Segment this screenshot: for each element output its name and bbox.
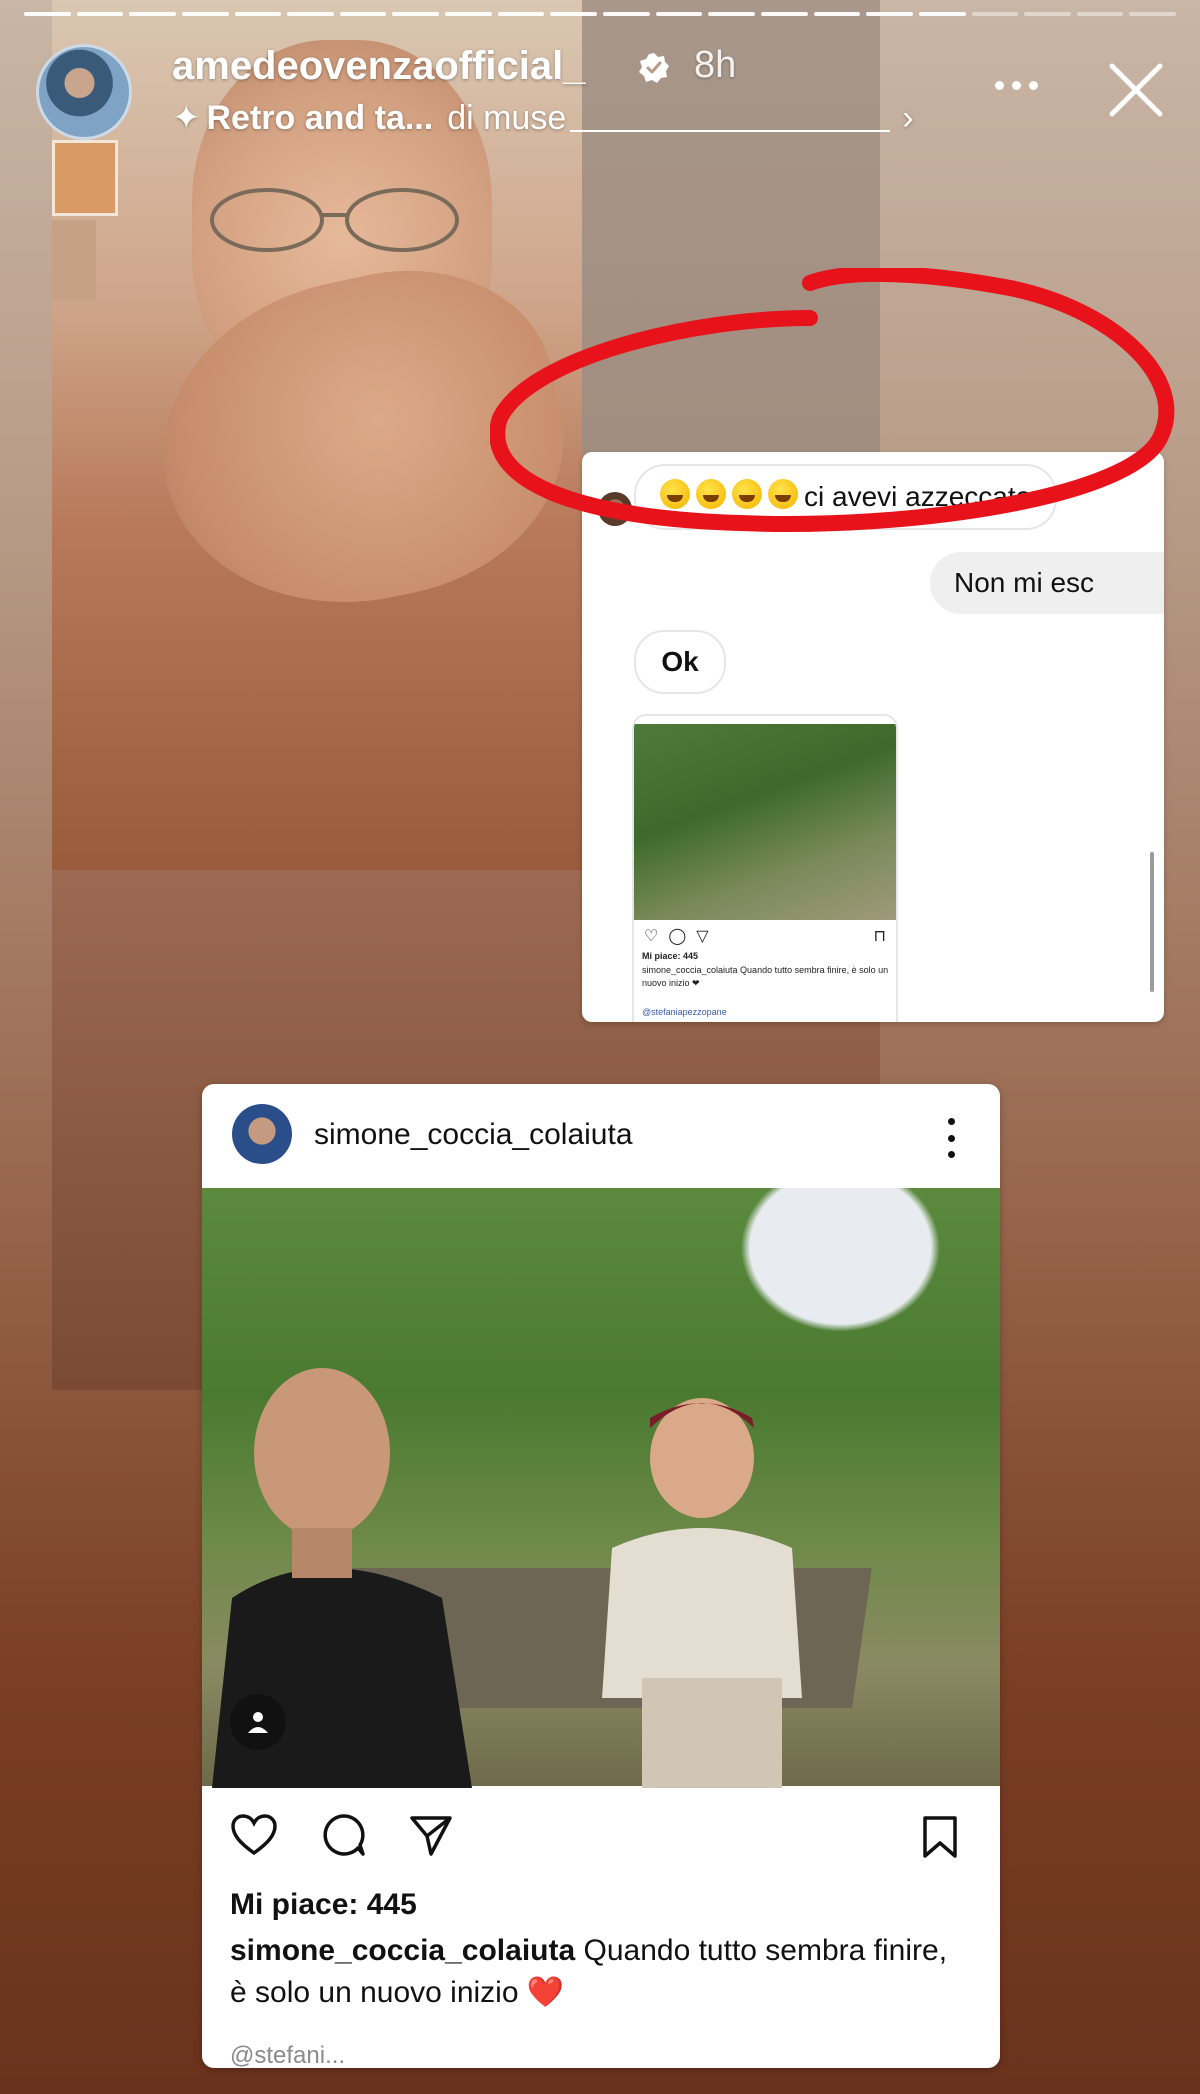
mini-post-tag: @stefaniapezzopane	[642, 1007, 727, 1017]
bookmark-icon[interactable]	[920, 1814, 960, 1860]
like-heart-icon[interactable]	[230, 1813, 278, 1857]
shared-post-thumbnail: ♡ ◯ ▽ ⊓ Mi piace: 445 simone_coccia_cola…	[632, 714, 898, 1022]
post-author-avatar[interactable]	[232, 1104, 292, 1164]
music-divider-line	[570, 104, 891, 132]
progress-segment	[971, 12, 1019, 16]
shared-post-card[interactable]: simone_coccia_colaiuta Mi piace: 445 sim…	[202, 1084, 1000, 2068]
mini-post-caption: simone_coccia_colaiuta Quando tutto semb…	[642, 965, 889, 988]
post-photo[interactable]	[202, 1188, 1000, 1788]
comment-icon: ◯	[668, 928, 687, 945]
share-icon: ▽	[696, 928, 709, 945]
mini-post-actions: ♡ ◯ ▽	[644, 926, 709, 946]
progress-segment	[1076, 12, 1124, 16]
user-icon	[248, 1712, 268, 1733]
more-options-button[interactable]	[988, 60, 1044, 110]
chevron-right-icon: ›	[902, 98, 914, 137]
post-username[interactable]: simone_coccia_colaiuta	[314, 1118, 633, 1152]
woman-figure	[602, 1398, 802, 1788]
post-caption: simone_coccia_colaiuta Quando tutto semb…	[230, 1930, 970, 2014]
music-title: Retro and ta...	[206, 98, 434, 137]
post-action-row	[230, 1812, 454, 1858]
progress-segment	[24, 12, 71, 16]
close-icon[interactable]	[1104, 58, 1168, 122]
dot	[1011, 80, 1021, 90]
user-tag-button[interactable]	[230, 1694, 286, 1750]
progress-segment	[339, 12, 387, 16]
dot	[947, 1118, 955, 1125]
dot	[947, 1151, 955, 1158]
caption-username[interactable]: simone_coccia_colaiuta	[230, 1934, 575, 1967]
progress-segment	[813, 12, 861, 16]
red-heart-emoji: ❤️	[526, 1976, 565, 2009]
truncated-tag-text: @stefani...	[230, 2042, 346, 2068]
progress-segment	[392, 12, 440, 16]
progress-segment	[76, 12, 124, 16]
dot	[947, 1134, 955, 1142]
progress-segment	[603, 12, 650, 16]
progress-segment	[655, 12, 703, 16]
post-more-options-button[interactable]	[946, 1118, 956, 1158]
verified-badge-icon	[639, 53, 669, 83]
progress-segment	[708, 12, 755, 16]
dot	[994, 80, 1004, 90]
dot	[1028, 80, 1038, 90]
sparkle-icon: ✦	[172, 99, 201, 137]
progress-segment	[866, 12, 913, 16]
wall-poster	[52, 140, 118, 216]
mini-post-likes: Mi piace: 445	[642, 951, 699, 961]
story-timestamp: 8h	[694, 44, 737, 86]
progress-segment	[445, 12, 492, 16]
glasses-shape	[210, 188, 459, 252]
story-progress-bar	[24, 12, 1177, 16]
post-likes-count: Mi piace: 445	[230, 1888, 417, 1921]
wall-poster	[52, 220, 96, 300]
progress-segment	[287, 12, 334, 16]
progress-segment	[550, 12, 598, 16]
scrollbar	[1150, 852, 1154, 992]
story-author-avatar[interactable]	[36, 44, 132, 140]
progress-segment	[497, 12, 545, 16]
share-icon[interactable]	[408, 1812, 454, 1858]
music-artist: di muse	[447, 98, 567, 137]
red-circle-annotation	[490, 268, 1175, 532]
progress-segment	[129, 12, 176, 16]
music-sticker[interactable]: ✦ Retro and ta... di muse ›	[172, 96, 914, 140]
progress-segment	[234, 12, 282, 16]
progress-segment	[1129, 12, 1177, 16]
story-username[interactable]: amedeovenzaofficial_	[172, 44, 586, 89]
heart-icon: ♡	[644, 928, 659, 945]
progress-segment	[760, 12, 808, 16]
progress-segment	[1024, 12, 1071, 16]
bookmark-icon: ⊓	[873, 928, 886, 945]
progress-segment	[918, 12, 966, 16]
mini-post-photo	[634, 724, 896, 920]
progress-segment	[181, 12, 229, 16]
comment-icon[interactable]	[320, 1812, 366, 1858]
